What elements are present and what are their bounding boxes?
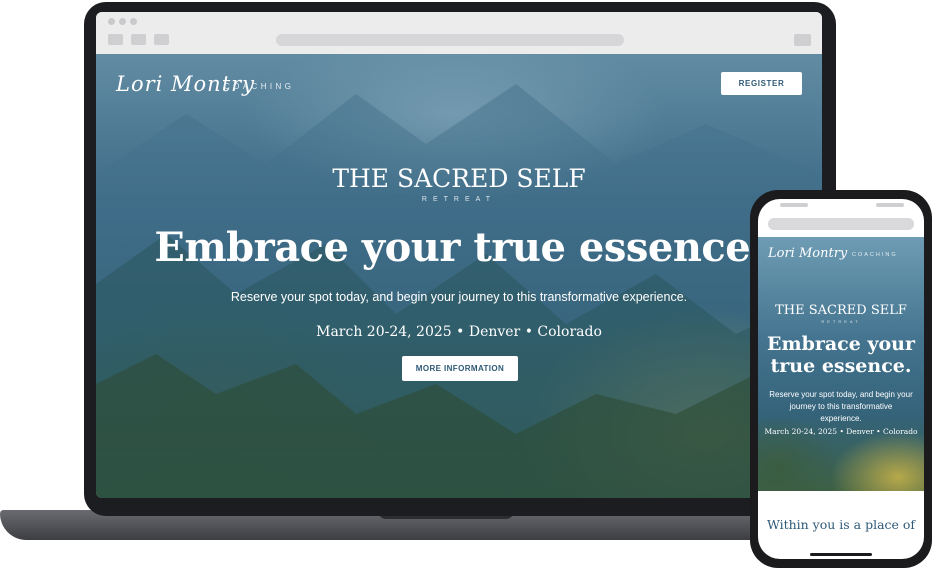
phone-brand-tagline: COACHING (852, 252, 898, 258)
phone-screen: Lori Montry COACHING THE SACRED SELF RET… (758, 199, 924, 559)
laptop-screen: Lori Montry COACHING REGISTER THE SACRED… (96, 12, 822, 498)
address-bar[interactable] (276, 34, 624, 46)
phone-retreat-subtitle: RETREAT (821, 319, 861, 324)
browser-menu-button[interactable] (794, 34, 811, 46)
window-maximize-dot[interactable] (130, 18, 137, 25)
phone-brand-logo[interactable]: Lori Montry (768, 246, 847, 261)
hero-subheadline: Reserve your spot today, and begin your … (230, 290, 688, 304)
phone-body-line-1: Reserve your spot today, and begin your (769, 390, 913, 399)
window-minimize-dot[interactable] (119, 18, 126, 25)
hero-headline: Embrace your true essence. (154, 224, 764, 271)
phone-address-bar[interactable] (768, 218, 914, 230)
hero-section: Lori Montry COACHING REGISTER THE SACRED… (96, 54, 822, 498)
forward-button[interactable] (131, 34, 146, 45)
phone-headline-line-1: Embrace your (766, 333, 915, 355)
phone-hero-headline: Embrace your true essence. (758, 333, 924, 377)
register-button[interactable]: REGISTER (721, 72, 802, 95)
more-information-button[interactable]: MORE INFORMATION (402, 356, 518, 381)
retreat-title: THE SACRED SELF (332, 164, 586, 193)
phone-event-details: March 20-24, 2025 • Denver • Colorado (764, 427, 918, 436)
home-indicator[interactable] (810, 553, 872, 556)
retreat-subtitle: RETREAT (421, 196, 497, 203)
phone-frame: Lori Montry COACHING THE SACRED SELF RET… (750, 190, 932, 568)
hero-overlay (96, 54, 822, 498)
reload-button[interactable] (154, 34, 169, 45)
window-close-dot[interactable] (108, 18, 115, 25)
phone-hero-section: Lori Montry COACHING THE SACRED SELF RET… (758, 237, 924, 491)
status-bar-time (780, 203, 808, 207)
event-details: March 20-24, 2025 • Denver • Colorado (316, 324, 602, 340)
phone-hero-body: Reserve your spot today, and begin your … (768, 389, 914, 425)
brand-tagline: COACHING (224, 82, 295, 91)
back-button[interactable] (108, 34, 123, 45)
status-bar-icons (876, 203, 904, 207)
phone-headline-line-2: true essence. (770, 355, 912, 377)
phone-retreat-title: THE SACRED SELF (775, 303, 907, 318)
phone-next-section-heading: Within you is a place of (766, 517, 916, 532)
phone-body-line-2: journey to this transformative experienc… (789, 402, 893, 423)
browser-chrome (96, 12, 822, 55)
